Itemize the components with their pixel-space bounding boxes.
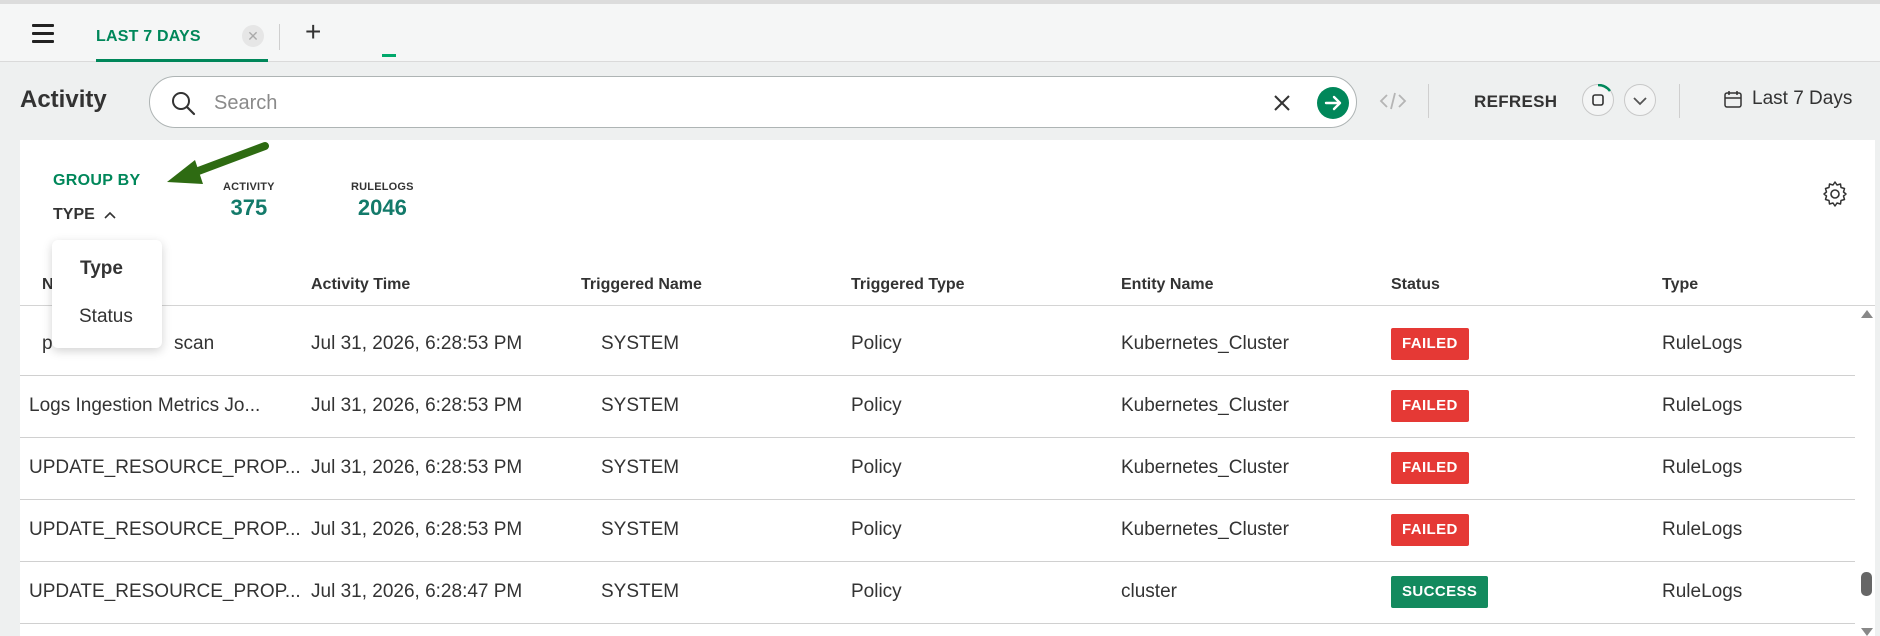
cell-triggered-name: SYSTEM <box>601 395 680 416</box>
table-row[interactable]: UPDATE_RESOURCE_PROP... Jul 31, 2026, 6:… <box>20 562 1855 624</box>
cell-triggered-type: Policy <box>851 519 902 540</box>
cell-triggered-name: SYSTEM <box>601 457 680 478</box>
activity-panel: GROUP BY TYPE ACTIVITY 375 RULELOGS 2046… <box>20 140 1875 636</box>
tab-last-7-days[interactable]: LAST 7 DAYS ✕ <box>96 8 268 62</box>
cell-entity-name: Kubernetes_Cluster <box>1121 395 1289 416</box>
group-by-select[interactable]: TYPE <box>53 206 117 224</box>
cell-triggered-type: Policy <box>851 395 902 416</box>
cell-entity-name: cluster <box>1121 581 1177 602</box>
cell-type: RuleLogs <box>1662 581 1743 602</box>
column-header[interactable]: Triggered Name <box>581 276 702 294</box>
cell-entity-name: Kubernetes_Cluster <box>1121 519 1289 540</box>
cell-name: UPDATE_RESOURCE_PROP... <box>29 581 301 602</box>
cell-activity-time: Jul 31, 2026, 6:28:53 PM <box>311 457 523 478</box>
page-title: Activity <box>20 86 107 113</box>
cell-type: RuleLogs <box>1662 519 1743 540</box>
status-badge: SUCCESS <box>1391 576 1489 608</box>
calendar-icon <box>1724 91 1742 108</box>
toolbar-divider <box>1679 84 1680 118</box>
cell-triggered-name: SYSTEM <box>601 519 680 540</box>
toolbar: Activity REFRESH <box>0 62 1880 140</box>
column-header[interactable]: Entity Name <box>1121 276 1213 294</box>
scroll-down-icon[interactable] <box>1861 628 1873 636</box>
chevron-up-icon <box>104 211 116 219</box>
stat-label: ACTIVITY <box>223 181 275 193</box>
cell-triggered-type: Policy <box>851 581 902 602</box>
group-by-title: GROUP BY <box>53 172 141 189</box>
group-by-value: TYPE <box>53 206 95 223</box>
cell-activity-time: Jul 31, 2026, 6:28:53 PM <box>311 519 523 540</box>
cell-type: RuleLogs <box>1662 333 1743 354</box>
stat-value: 375 <box>230 195 268 220</box>
tab-label: LAST 7 DAYS <box>96 28 201 45</box>
table-row[interactable]: UPDATE_RESOURCE_PROP... Jul 31, 2026, 6:… <box>20 438 1855 500</box>
status-badge: FAILED <box>1391 328 1469 360</box>
cell-type: RuleLogs <box>1662 395 1743 416</box>
dropdown-option-type[interactable]: Type <box>80 258 123 280</box>
scroll-up-icon[interactable] <box>1861 310 1873 318</box>
column-header[interactable]: Type <box>1662 276 1698 294</box>
cell-name: p <box>42 333 53 354</box>
column-header[interactable]: Triggered Type <box>851 276 965 294</box>
cell-entity-name: Kubernetes_Cluster <box>1121 457 1289 478</box>
toolbar-divider <box>1428 84 1429 118</box>
cell-type: RuleLogs <box>1662 457 1743 478</box>
status-badge: FAILED <box>1391 514 1469 546</box>
dropdown-option-status[interactable]: Status <box>79 306 133 328</box>
table-header: N Activity Time Triggered Name Triggered… <box>20 262 1875 306</box>
tab-divider <box>279 24 280 50</box>
arrow-right-icon[interactable] <box>1317 87 1349 119</box>
scroll-thumb[interactable] <box>1861 572 1872 596</box>
stat-value: 2046 <box>357 195 407 220</box>
gear-icon[interactable] <box>1821 180 1849 208</box>
table-row[interactable]: Logs Ingestion Metrics Jo... Jul 31, 202… <box>20 376 1855 438</box>
search-input[interactable] <box>214 89 1214 117</box>
cell-name: UPDATE_RESOURCE_PROP... <box>29 519 301 540</box>
column-header[interactable]: Status <box>1391 276 1440 294</box>
search-bar <box>149 76 1357 128</box>
status-badge: FAILED <box>1391 452 1469 484</box>
code-icon[interactable] <box>1379 88 1407 114</box>
cell-activity-time: Jul 31, 2026, 6:28:53 PM <box>311 395 523 416</box>
vertical-scrollbar[interactable] <box>1857 310 1875 636</box>
cell-name: UPDATE_RESOURCE_PROP... <box>29 457 301 478</box>
refresh-button[interactable]: REFRESH <box>1474 92 1557 112</box>
tab-indicator <box>382 54 396 57</box>
auto-refresh-icon[interactable] <box>1582 84 1614 116</box>
date-range-label: Last 7 Days <box>1752 88 1853 109</box>
cell-triggered-name: SYSTEM <box>601 333 680 354</box>
cell-entity-name: Kubernetes_Cluster <box>1121 333 1289 354</box>
cell-activity-time: Jul 31, 2026, 6:28:47 PM <box>311 581 523 602</box>
chevron-down-icon[interactable] <box>1624 84 1656 116</box>
group-by-dropdown: Type Status <box>52 240 162 348</box>
close-icon[interactable]: ✕ <box>242 25 264 47</box>
cell-name-tail: scan <box>174 333 215 354</box>
cell-triggered-name: SYSTEM <box>601 581 680 602</box>
stat-label: RULELOGS <box>351 181 414 193</box>
cell-triggered-type: Policy <box>851 457 902 478</box>
status-badge: FAILED <box>1391 390 1469 422</box>
search-icon <box>172 92 196 116</box>
tab-bar: LAST 7 DAYS ✕ + <box>0 4 1880 62</box>
column-header[interactable]: Activity Time <box>311 276 410 294</box>
table-row[interactable]: UPDATE_RESOURCE_PROP... Jul 31, 2026, 6:… <box>20 500 1855 562</box>
table-row[interactable]: p scan Jul 31, 2026, 6:28:53 PM SYSTEM P… <box>20 314 1855 376</box>
stat-rulelogs: RULELOGS 2046 <box>351 181 414 221</box>
menu-icon[interactable] <box>32 24 56 46</box>
cell-triggered-type: Policy <box>851 333 902 354</box>
stat-activity: ACTIVITY 375 <box>223 181 275 221</box>
plus-icon[interactable]: + <box>305 16 321 48</box>
clear-icon[interactable] <box>1268 89 1296 117</box>
cell-activity-time: Jul 31, 2026, 6:28:53 PM <box>311 333 523 354</box>
cell-name: Logs Ingestion Metrics Jo... <box>29 395 261 416</box>
table-body: p scan Jul 31, 2026, 6:28:53 PM SYSTEM P… <box>20 314 1855 636</box>
